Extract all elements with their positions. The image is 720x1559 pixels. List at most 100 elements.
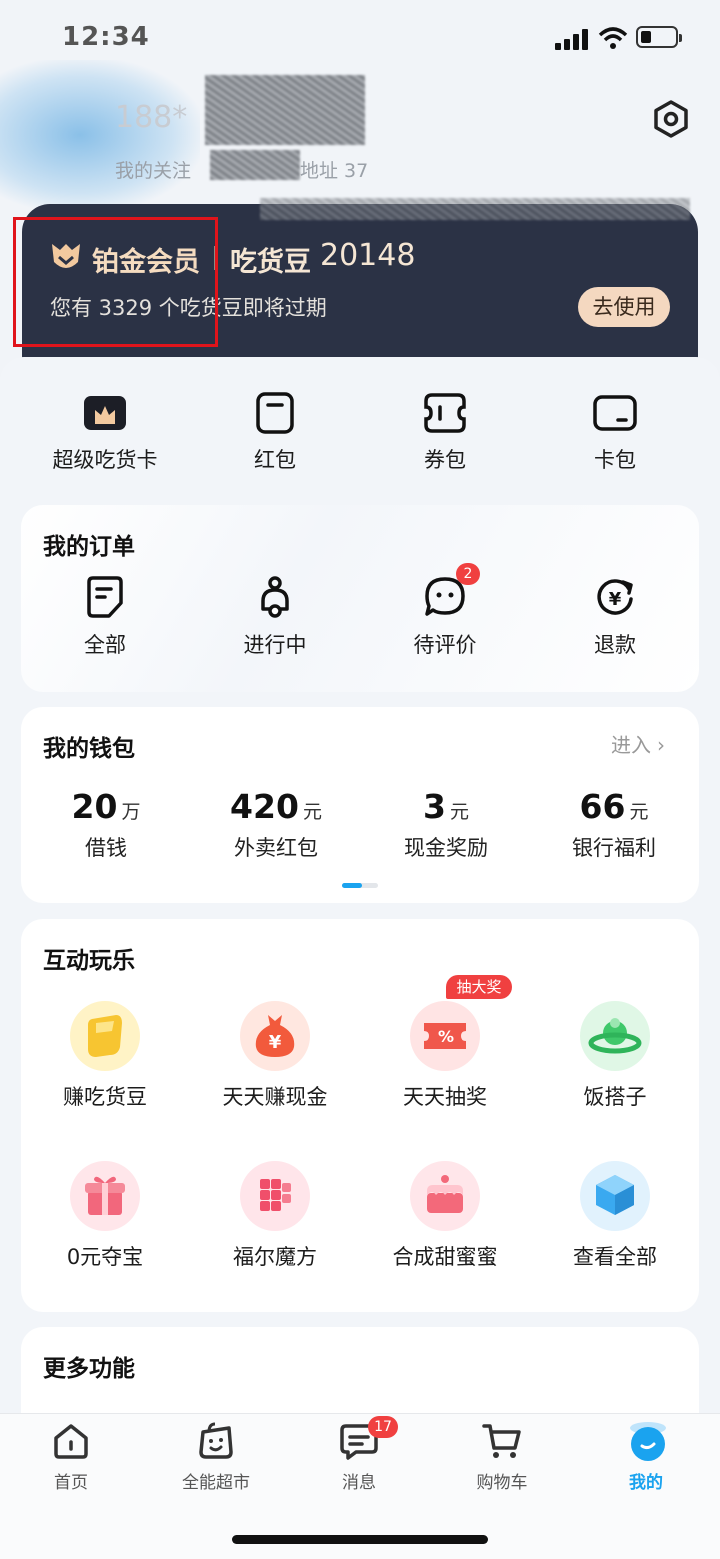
tab-label: 全能超市 (182, 1473, 250, 1493)
tab-messages[interactable]: 17 消息 (304, 1416, 414, 1493)
quick-action-card-wallet[interactable]: 卡包 (555, 390, 675, 474)
svg-text:¥: ¥ (609, 589, 622, 610)
messages-count-badge: 17 (368, 1416, 398, 1438)
wallet-page-indicator (342, 883, 378, 888)
tab-label: 首页 (54, 1473, 88, 1493)
fun-item-daily-cash[interactable]: ¥ 天天赚现金 (200, 1001, 350, 1111)
order-list-icon (85, 575, 125, 619)
wifi-icon (598, 26, 628, 50)
orders-title: 我的订单 (43, 534, 135, 560)
wallet-enter-label: 进入 (611, 733, 651, 757)
fun-label: 0元夺宝 (66, 1245, 144, 1269)
orders-card: 我的订单 全部 进行中 2 待评价 ¥ 退款 (21, 505, 699, 692)
home-indicator (232, 1535, 488, 1544)
order-refund[interactable]: ¥ 退款 (540, 575, 690, 659)
fun-item-daily-lottery[interactable]: 抽大奖 % 天天抽奖 (370, 975, 520, 1111)
wallet-enter-link[interactable]: 进入 › (611, 729, 665, 758)
wallet-label: 借钱 (85, 836, 127, 860)
fun-label: 赚吃货豆 (63, 1085, 147, 1109)
svg-text:¥: ¥ (269, 1032, 282, 1053)
tab-label: 消息 (342, 1473, 376, 1493)
order-label: 退款 (594, 633, 636, 657)
quick-action-label: 卡包 (594, 448, 636, 472)
tab-home[interactable]: 首页 (16, 1420, 126, 1493)
quick-action-label: 券包 (424, 448, 466, 472)
planet-icon (580, 1001, 650, 1071)
order-label: 待评价 (413, 633, 477, 657)
wallet-value: 20 (71, 787, 118, 826)
redaction-scribble (0, 60, 200, 210)
wallet-item-loan[interactable]: 20 万 借钱 (21, 787, 191, 862)
money-bag-icon: ¥ (240, 1001, 310, 1071)
fun-title: 互动玩乐 (43, 948, 135, 974)
wallet-item-red-packet[interactable]: 420 元 外卖红包 (191, 787, 361, 862)
fun-item-sweet-merge[interactable]: 合成甜蜜蜜 (370, 1161, 520, 1271)
svg-text:%: % (438, 1027, 454, 1046)
fun-label: 合成甜蜜蜜 (392, 1245, 498, 1269)
order-to-review[interactable]: 2 待评价 (370, 563, 520, 659)
red-packet-icon (252, 390, 298, 436)
signal-icon (555, 28, 589, 50)
redaction-scribble (210, 150, 300, 180)
quick-action-super-card[interactable]: 超级吃货卡 (45, 390, 165, 474)
promo-badge: 抽大奖 (446, 975, 512, 999)
annotation-highlight-box (13, 217, 218, 347)
card-wallet-icon (592, 390, 638, 436)
wallet-title: 我的钱包 (43, 736, 135, 762)
fun-label: 查看全部 (573, 1245, 657, 1269)
gift-box-icon (70, 1161, 140, 1231)
wallet-item-bank-benefit[interactable]: 66 元 银行福利 (529, 787, 699, 862)
order-in-progress[interactable]: 进行中 (200, 575, 350, 659)
settings-icon[interactable] (652, 100, 690, 138)
order-all[interactable]: 全部 (30, 575, 180, 659)
wallet-label: 银行福利 (572, 836, 656, 860)
fun-label: 天天抽奖 (403, 1085, 487, 1109)
fun-label: 饭搭子 (583, 1085, 647, 1109)
fun-label: 天天赚现金 (222, 1085, 328, 1109)
cake-icon (410, 1161, 480, 1231)
review-count-badge: 2 (456, 563, 480, 585)
use-beans-button[interactable]: 去使用 (578, 287, 670, 327)
wallet-card: 我的钱包 进入 › 20 万 借钱 420 元 外卖红包 3元 现金奖励 66 元 银行… (21, 707, 699, 903)
quick-action-label: 超级吃货卡 (52, 448, 158, 472)
fun-card: 互动玩乐 赚吃货豆 ¥ 天天赚现金 抽大奖 % 天天抽奖 饭搭子 0元夺宝 福尔… (21, 919, 699, 1312)
lottery-ticket-icon: % (410, 1001, 480, 1071)
tab-supermarket[interactable]: 全能超市 (161, 1420, 271, 1493)
magic-cube-icon (240, 1161, 310, 1231)
quick-action-coupons[interactable]: 券包 (385, 390, 505, 474)
user-name[interactable]: 188* (115, 100, 187, 135)
wallet-value: 66 (579, 787, 626, 826)
crown-card-icon (82, 390, 128, 436)
tab-label: 我的 (629, 1473, 663, 1493)
tab-profile[interactable]: 我的 (591, 1420, 701, 1493)
battery-icon (636, 26, 682, 48)
shopping-bag-icon (195, 1420, 237, 1462)
wallet-unit: 元 (629, 801, 649, 823)
fun-item-magic-cube[interactable]: 福尔魔方 (200, 1161, 350, 1271)
order-label: 全部 (84, 633, 126, 657)
fun-item-zero-treasure[interactable]: 0元夺宝 (30, 1161, 180, 1271)
quick-action-red-packet[interactable]: 红包 (215, 390, 335, 474)
order-label: 进行中 (243, 633, 307, 657)
wallet-label: 外卖红包 (234, 836, 318, 860)
more-title: 更多功能 (43, 1356, 135, 1382)
bean-icon (70, 1001, 140, 1071)
user-follow-link[interactable]: 我的关注 (115, 156, 191, 183)
wallet-unit: 元 (302, 801, 322, 823)
wallet-item-cash-reward[interactable]: 3元 现金奖励 (361, 787, 531, 862)
user-address-count: 地址 37 (300, 160, 369, 182)
scooter-icon (255, 575, 295, 619)
tab-cart[interactable]: 购物车 (447, 1420, 557, 1493)
wallet-unit: 元 (449, 801, 469, 823)
wallet-unit: 万 (121, 801, 141, 823)
fun-item-view-all[interactable]: 查看全部 (540, 1161, 690, 1271)
fun-item-meal-buddy[interactable]: 饭搭子 (540, 1001, 690, 1111)
home-icon (50, 1420, 92, 1462)
coupon-icon (422, 390, 468, 436)
fun-item-earn-beans[interactable]: 赚吃货豆 (30, 1001, 180, 1111)
status-time: 12:34 (62, 22, 150, 52)
wallet-value: 420 (230, 787, 299, 826)
fun-label: 福尔魔方 (233, 1245, 317, 1269)
wallet-value: 3 (423, 787, 446, 826)
redaction-scribble (205, 75, 365, 145)
